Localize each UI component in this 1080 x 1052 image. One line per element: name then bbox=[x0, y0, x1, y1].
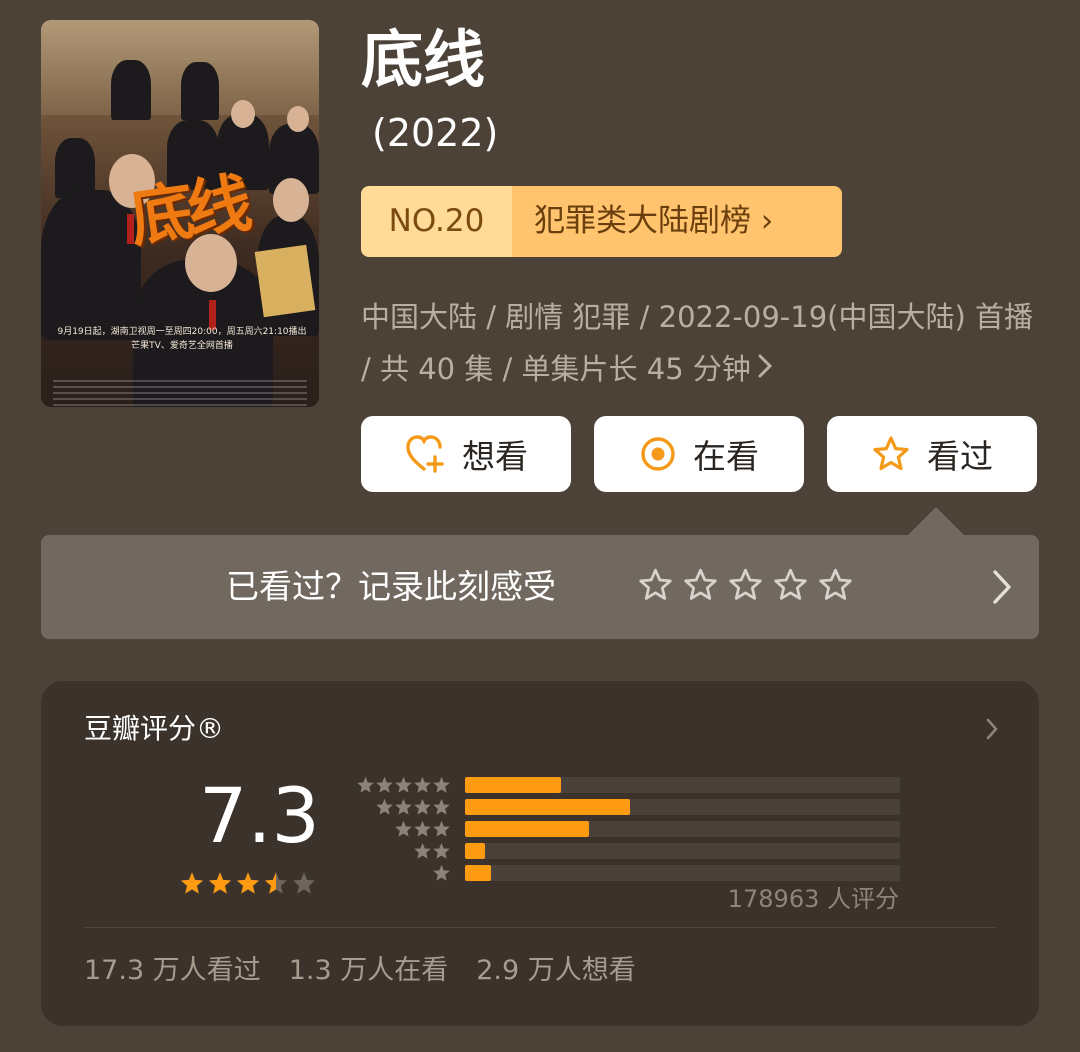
rating-score: 7.3 bbox=[199, 771, 320, 860]
poster-figure bbox=[41, 190, 141, 340]
watching-count[interactable]: 1.3 万人在看 bbox=[289, 951, 449, 991]
distribution-fill bbox=[465, 777, 561, 793]
poster-title-art: 底线 bbox=[125, 167, 251, 257]
rank-label: 犯罪类大陆剧榜 › bbox=[512, 186, 842, 257]
star-outline-icon bbox=[871, 435, 911, 473]
star-outline-icon[interactable] bbox=[727, 567, 764, 607]
distribution-fill bbox=[465, 799, 630, 815]
poster-image[interactable]: 底线 9月19日起，湖南卫视周一至周四20:00，周五周六21:10播出 芒果T… bbox=[41, 20, 319, 407]
poster-face bbox=[287, 106, 309, 132]
star-group-2 bbox=[351, 842, 451, 861]
poster-figure bbox=[111, 60, 151, 120]
meta-info[interactable]: 中国大陆 / 剧情 犯罪 / 2022-09-19(中国大陆) 首播 / 共 4… bbox=[361, 291, 1041, 395]
poster-folder bbox=[254, 244, 316, 318]
star-group-5 bbox=[351, 776, 451, 795]
page-title: 底线 bbox=[361, 23, 486, 96]
want-button[interactable]: 想看 bbox=[361, 416, 571, 492]
want-count[interactable]: 2.9 万人想看 bbox=[476, 951, 636, 991]
watched-label: 看过 bbox=[927, 437, 993, 476]
star-filled-icon bbox=[236, 872, 260, 894]
target-icon bbox=[639, 435, 677, 473]
star-small-icon bbox=[414, 842, 431, 859]
distribution-track bbox=[465, 777, 900, 793]
star-small-icon bbox=[433, 842, 450, 859]
star-small-icon bbox=[433, 776, 450, 793]
meta-text: 中国大陆 / 剧情 犯罪 / 2022-09-19(中国大陆) 首播 / 共 4… bbox=[361, 300, 1034, 386]
star-small-icon bbox=[414, 798, 431, 815]
rating-count: 178963 人评分 bbox=[727, 885, 899, 913]
star-small-icon bbox=[433, 864, 450, 881]
record-rating-bar[interactable]: 已看过？记录此刻感受 bbox=[41, 535, 1039, 639]
distribution-track bbox=[465, 865, 900, 881]
star-outline-icon[interactable] bbox=[817, 567, 854, 607]
distribution-track bbox=[465, 821, 900, 837]
chevron-right-icon bbox=[757, 343, 773, 395]
star-small-icon bbox=[376, 776, 393, 793]
star-empty-icon bbox=[292, 872, 316, 894]
star-small-icon bbox=[414, 820, 431, 837]
distribution-fill bbox=[465, 821, 589, 837]
release-year: (2022) bbox=[372, 111, 499, 155]
pointer-notch bbox=[908, 507, 964, 535]
poster-caption: 9月19日起，湖南卫视周一至周四20:00，周五周六21:10播出 芒果TV、爱… bbox=[57, 327, 307, 351]
star-small-icon bbox=[395, 776, 412, 793]
star-small-icon bbox=[433, 798, 450, 815]
poster-figure bbox=[55, 138, 95, 198]
rating-stars bbox=[179, 871, 317, 897]
chevron-right-icon[interactable] bbox=[985, 717, 999, 745]
star-small-icon bbox=[433, 820, 450, 837]
poster-background bbox=[41, 20, 319, 115]
star-small-icon bbox=[395, 798, 412, 815]
watching-button[interactable]: 在看 bbox=[594, 416, 804, 492]
star-small-icon bbox=[395, 820, 412, 837]
star-outline-icon[interactable] bbox=[772, 567, 809, 607]
distribution-track bbox=[465, 799, 900, 815]
watched-count[interactable]: 17.3 万人看过 bbox=[84, 951, 261, 991]
star-group-4 bbox=[351, 798, 451, 817]
watching-label: 在看 bbox=[693, 437, 759, 476]
poster-face bbox=[231, 100, 255, 128]
star-outline-icon[interactable] bbox=[637, 567, 674, 607]
rating-label: 豆瓣评分® bbox=[84, 712, 225, 745]
want-label: 想看 bbox=[462, 437, 528, 476]
distribution-fill bbox=[465, 843, 485, 859]
poster-credits bbox=[53, 380, 307, 407]
chevron-right-icon bbox=[991, 568, 1013, 610]
poster-face bbox=[273, 178, 309, 222]
poster-figure bbox=[181, 62, 219, 120]
star-filled-icon bbox=[208, 872, 232, 894]
heart-plus-icon bbox=[404, 434, 446, 474]
star-outline-icon[interactable] bbox=[682, 567, 719, 607]
watched-button[interactable]: 看过 bbox=[827, 416, 1037, 492]
rank-number: NO.20 bbox=[361, 186, 512, 257]
distribution-fill bbox=[465, 865, 491, 881]
record-prompt: 已看过？记录此刻感受 bbox=[226, 567, 556, 606]
audience-stats: 17.3 万人看过 1.3 万人在看 2.9 万人想看 bbox=[84, 951, 636, 991]
distribution-track bbox=[465, 843, 900, 859]
star-small-icon bbox=[357, 776, 374, 793]
star-small-icon bbox=[376, 798, 393, 815]
rank-badge[interactable]: NO.20 犯罪类大陆剧榜 › bbox=[361, 186, 842, 257]
douban-rating-card[interactable]: 豆瓣评分® 7.3 178963 人评分 17.3 万人看过 1.3 万人在看 … bbox=[41, 681, 1039, 1026]
divider bbox=[84, 927, 996, 928]
star-filled-icon bbox=[264, 872, 288, 894]
star-small-icon bbox=[414, 776, 431, 793]
star-group-3 bbox=[351, 820, 451, 839]
star-filled-icon bbox=[180, 872, 204, 894]
star-group-1 bbox=[351, 864, 451, 883]
rating-stars-input[interactable] bbox=[637, 567, 854, 607]
